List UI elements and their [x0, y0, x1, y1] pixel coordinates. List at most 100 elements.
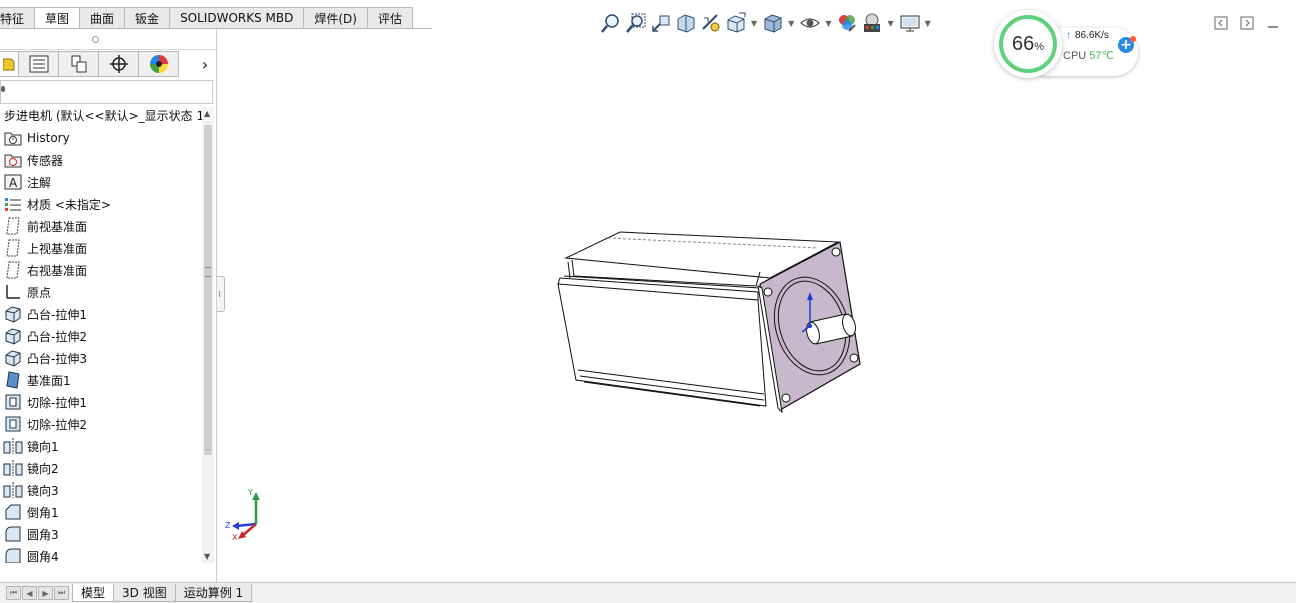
chevron-right-icon[interactable]: › — [198, 53, 212, 75]
mirror-icon — [3, 480, 23, 500]
tree-item-mirror1[interactable]: 镜向1 — [3, 435, 59, 457]
zoom-to-area-button[interactable] — [625, 10, 647, 36]
color-wheel-icon — [149, 55, 168, 73]
feature-manager-tab[interactable] — [0, 51, 19, 77]
tree-item-front-plane[interactable]: 前视基准面 — [3, 215, 87, 237]
dimxpert-manager-tab[interactable] — [99, 51, 139, 77]
tree-item-label: History — [27, 131, 70, 145]
history-folder-icon — [3, 128, 23, 148]
last-tab-icon[interactable]: ⏭ — [54, 586, 69, 600]
appearance-icon — [839, 15, 857, 32]
tab-weldments[interactable]: 焊件(D) — [304, 7, 368, 29]
triad-x-label: X — [232, 533, 238, 542]
stepper-motor-model[interactable] — [548, 228, 868, 414]
tree-filter-input[interactable] — [0, 80, 213, 104]
property-manager-tab[interactable] — [19, 51, 59, 77]
chevron-down-icon[interactable]: ▼ — [825, 19, 831, 28]
plane-icon — [3, 238, 23, 258]
first-tab-icon[interactable]: ⏮ — [6, 586, 21, 600]
previous-view-button[interactable] — [650, 10, 672, 36]
prev-tab-icon[interactable]: ◀ — [22, 586, 37, 600]
section-view-button[interactable] — [675, 10, 697, 36]
feature-manager-icon — [3, 58, 15, 71]
tree-item-cut-extrude1[interactable]: 切除-拉伸1 — [3, 391, 87, 413]
filter-icon — [1, 86, 5, 92]
dynamic-annotation-button[interactable] — [700, 10, 722, 36]
scroll-up-icon[interactable]: ▲ — [204, 109, 210, 118]
monitor-icon — [900, 15, 920, 32]
tree-item-boss-extrude1[interactable]: 凸台-拉伸1 — [3, 303, 87, 325]
panel-splitter-handle[interactable] — [217, 276, 225, 312]
origin-icon — [3, 282, 23, 302]
tree-item-sensors[interactable]: 传感器 — [3, 149, 63, 171]
command-tabs: 特征 草图 曲面 钣金 SOLIDWORKS MBD 焊件(D) 评估 — [0, 7, 413, 29]
tree-item-label: 上视基准面 — [27, 241, 88, 256]
network-speed: ↑ 86.6K/s — [1066, 30, 1109, 41]
tree-item-label: 凸台-拉伸2 — [27, 329, 87, 344]
display-style-icon — [764, 14, 782, 33]
tree-item-top-plane[interactable]: 上视基准面 — [3, 237, 87, 259]
chevron-down-icon[interactable]: ▼ — [925, 19, 931, 28]
panel-left-icon[interactable] — [1212, 14, 1230, 32]
document-window-controls — [1212, 14, 1290, 32]
tree-item-boss-extrude3[interactable]: 凸台-拉伸3 — [3, 347, 87, 369]
tree-item-chamfer1[interactable]: 倒角1 — [3, 501, 59, 523]
tree-item-right-plane[interactable]: 右视基准面 — [3, 259, 87, 281]
tab-evaluate[interactable]: 评估 — [367, 7, 413, 29]
hide-show-items-button[interactable] — [799, 10, 821, 36]
edit-appearance-button[interactable] — [836, 10, 858, 36]
apply-scene-button[interactable] — [861, 10, 883, 36]
configuration-manager-icon — [71, 55, 86, 73]
chevron-down-icon[interactable]: ▼ — [788, 19, 794, 28]
tree-item-material[interactable]: 材质 <未指定> — [3, 193, 111, 215]
tree-item-fillet4[interactable]: 圆角4 — [3, 545, 59, 563]
fillet-icon — [3, 546, 23, 563]
tree-item-label: 右视基准面 — [27, 263, 88, 278]
tree-item-annotations[interactable]: A 注解 — [3, 171, 51, 193]
plane-icon — [3, 216, 23, 236]
annotation-view-icon — [702, 14, 720, 32]
tab-mbd[interactable]: SOLIDWORKS MBD — [170, 7, 305, 29]
reference-plane-icon — [3, 370, 23, 390]
next-tab-icon[interactable]: ▶ — [38, 586, 53, 600]
cut-extrude-icon — [3, 414, 23, 434]
tab-sketch[interactable]: 草图 — [35, 7, 81, 29]
scroll-down-icon[interactable]: ▼ — [204, 552, 210, 561]
tree-item-history[interactable]: History — [3, 127, 70, 149]
tree-item-label: 材质 <未指定> — [27, 197, 111, 212]
view-settings-button[interactable] — [899, 10, 921, 36]
chevron-down-icon[interactable]: ▼ — [887, 19, 893, 28]
tree-item-fillet3[interactable]: 圆角3 — [3, 523, 59, 545]
panel-grip-icon[interactable] — [92, 36, 99, 43]
tree-item-mirror2[interactable]: 镜向2 — [3, 457, 59, 479]
panel-right-icon[interactable] — [1238, 14, 1256, 32]
tab-features[interactable]: 特征 — [0, 7, 36, 29]
tree-item-origin[interactable]: 原点 — [3, 281, 51, 303]
tab-surfaces[interactable]: 曲面 — [80, 7, 126, 29]
view-orientation-button[interactable] — [725, 10, 747, 36]
tab-motion-study[interactable]: 运动算例 1 — [174, 584, 253, 602]
zoom-to-fit-button[interactable] — [600, 10, 622, 36]
scrollbar-thumb[interactable] — [204, 125, 212, 455]
display-manager-tab[interactable] — [139, 51, 179, 77]
tab-3d-view[interactable]: 3D 视图 — [113, 584, 176, 602]
system-monitor-widget[interactable]: 66% ↑ 86.6K/s CPU 57℃ + — [994, 10, 1144, 80]
sensor-folder-icon — [3, 150, 23, 170]
tree-item-plane1[interactable]: 基准面1 — [3, 369, 71, 391]
chamfer-icon — [3, 502, 23, 522]
configuration-manager-tab[interactable] — [59, 51, 99, 77]
display-style-button[interactable] — [762, 10, 784, 36]
tree-item-label: 倒角1 — [27, 505, 59, 520]
tree-root-part[interactable]: 步进电机 (默认<<默认>_显示状态 1 — [4, 107, 202, 124]
minimize-icon[interactable] — [1264, 14, 1282, 32]
panel-divider — [0, 49, 216, 50]
tab-sheet-metal[interactable]: 钣金 — [125, 7, 171, 29]
tab-model[interactable]: 模型 — [72, 584, 115, 602]
chevron-down-icon[interactable]: ▼ — [751, 19, 757, 28]
boss-extrude-icon — [3, 348, 23, 368]
tree-item-cut-extrude2[interactable]: 切除-拉伸2 — [3, 413, 87, 435]
tree-item-mirror3[interactable]: 镜向3 — [3, 479, 59, 501]
tree-item-boss-extrude2[interactable]: 凸台-拉伸2 — [3, 325, 87, 347]
tree-vertical-scrollbar[interactable]: ▲ ▼ — [202, 107, 214, 563]
tree-item-label: 切除-拉伸2 — [27, 417, 87, 432]
